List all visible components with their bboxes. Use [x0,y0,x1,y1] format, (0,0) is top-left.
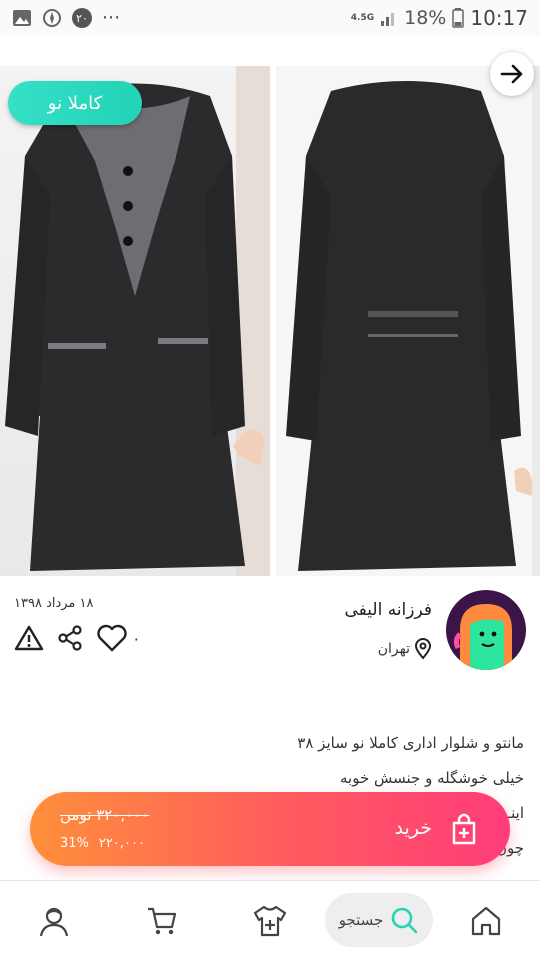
gallery-notification-icon [12,9,32,27]
discount-percent: 31% [60,836,89,851]
price-discount: 31% ۲۲۰,۰۰۰ [60,836,145,851]
user-icon [39,907,69,937]
description-line: خیلی خوشگله و جنسش خوبه [339,769,524,787]
heart-icon [97,624,127,652]
report-button[interactable] [14,624,44,652]
network-type: 4.5G [350,12,375,23]
arrow-right-icon [500,64,523,84]
battery-icon [452,8,465,28]
product-info: ۱۸ مرداد ۱۳۹۸ ۰ فرزانه الیفی تهران [0,576,540,686]
nav-home[interactable] [464,899,508,943]
bottom-navigation: جستجو [0,880,540,960]
post-date: ۱۸ مرداد ۱۳۹۸ [14,596,94,611]
cart-icon [148,907,177,935]
nav-search-label: جستجو [338,911,384,929]
buy-label: خرید [394,817,433,839]
add-clothing-icon [253,905,287,937]
nav-profile[interactable] [32,899,76,943]
search-icon [392,907,418,934]
description-line: مانتو و شلوار اداری کاملا نو سایز ۳۸ [297,734,524,752]
buy-button[interactable]: خرید ۳۲۰,۰۰۰ تومن 31% ۲۲۰,۰۰۰ [30,792,510,866]
location-pin-icon [414,638,432,660]
nav-add-item[interactable] [248,899,292,943]
condition-badge: کاملا نو [8,81,142,125]
share-icon [58,625,82,651]
clock: 10:17 [470,6,528,30]
seller-name[interactable]: فرزانه الیفی [345,600,433,620]
seller-location: تهران [378,638,432,660]
seller-location-label: تهران [377,641,410,657]
notification-count-badge: ۲۰ [72,8,92,28]
like-count: ۰ [132,628,141,648]
share-button[interactable] [56,624,84,652]
compass-icon [42,8,62,28]
more-notifications-icon: ··· [102,7,121,29]
seller-avatar[interactable] [446,590,526,670]
product-photo-back[interactable] [276,66,532,576]
original-price: ۳۲۰,۰۰۰ تومن [60,806,150,824]
nav-search[interactable]: جستجو [325,893,433,947]
like-button[interactable]: ۰ [96,624,141,652]
home-icon [471,906,501,936]
next-photo-button[interactable] [490,52,534,96]
nav-cart[interactable] [140,899,184,943]
product-gallery[interactable]: کاملا نو [0,36,540,576]
current-price: ۲۲۰,۰۰۰ [98,836,145,851]
shopping-bag-plus-icon [452,813,476,845]
signal-icon [380,9,398,27]
battery-percent: 18% [404,7,447,29]
product-photo-next-preview[interactable] [532,66,540,576]
product-actions: ۰ [14,624,141,652]
status-bar: ۲۰ ··· 4.5G 18% 10:17 [0,0,540,36]
product-photo-front[interactable]: کاملا نو [0,66,270,576]
warning-icon [14,625,44,651]
